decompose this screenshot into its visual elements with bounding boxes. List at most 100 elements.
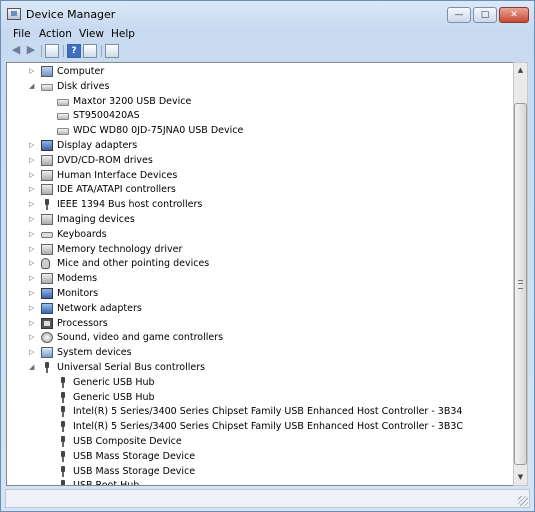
memory-icon: [41, 243, 53, 255]
menu-file[interactable]: File: [13, 28, 31, 40]
properties-icon[interactable]: [83, 44, 97, 58]
usb-icon: [57, 450, 69, 462]
show-hide-console-tree-icon[interactable]: [45, 44, 59, 58]
expand-arrow-icon[interactable]: ▷: [29, 245, 34, 253]
title-bar[interactable]: Device Manager — □ ✕: [1, 1, 534, 27]
expand-arrow-icon[interactable]: ▷: [29, 319, 34, 327]
usb-icon: [57, 465, 69, 477]
expand-arrow-icon[interactable]: ▷: [29, 156, 34, 164]
collapse-arrow-icon[interactable]: ◢: [29, 363, 34, 371]
usb-icon: [57, 436, 69, 447]
keyboard-icon: [41, 231, 53, 238]
hid-icon: [41, 169, 53, 181]
close-button[interactable]: ✕: [499, 7, 529, 23]
forward-arrow-icon[interactable]: ▶: [24, 44, 38, 58]
ide-icon: [41, 184, 53, 196]
cdrom-icon: [41, 154, 53, 166]
expand-arrow-icon[interactable]: ▷: [29, 274, 34, 282]
tree-item-label: Computer: [57, 66, 105, 77]
tree-item-label: Display adapters: [57, 140, 138, 151]
tree-item-label: Maxtor 3200 USB Device: [73, 95, 192, 107]
tree-item-label: Network adapters: [57, 302, 142, 314]
tree-item-label: Generic USB Hub: [73, 391, 155, 403]
toolbar-separator: [41, 45, 42, 57]
tree-item-label: Intel(R) 5 Series/3400 Series Chipset Fa…: [73, 406, 463, 418]
tree-item-label: Keyboards: [57, 228, 107, 240]
tree-item-label: Mice and other pointing devices: [57, 258, 210, 270]
usb-icon: [57, 391, 69, 403]
collapse-arrow-icon[interactable]: ◢: [29, 82, 34, 90]
expand-arrow-icon[interactable]: ▷: [29, 185, 34, 193]
vertical-scrollbar[interactable]: ▲ ▼: [513, 62, 528, 486]
scroll-down-icon[interactable]: ▼: [515, 472, 526, 483]
device-tree[interactable]: ▷ Computer ◢ Disk drives Maxtor 3200 USB Dev…: [6, 62, 514, 486]
tree-item-label: IDE ATA/ATAPI controllers: [57, 184, 176, 196]
tree-item-label: USB Composite Device: [73, 436, 182, 447]
usb-icon: [57, 376, 69, 388]
disk-icon: [41, 83, 53, 91]
mouse-icon: [41, 258, 50, 270]
menu-bar: File Action View Help: [5, 27, 530, 43]
minimize-button[interactable]: —: [447, 7, 471, 23]
menu-action[interactable]: Action: [39, 28, 72, 40]
window-title: Device Manager: [26, 8, 116, 21]
expand-arrow-icon[interactable]: ▷: [29, 200, 34, 208]
tree-item-label: Monitors: [57, 288, 99, 299]
device-manager-window: Device Manager — □ ✕ File Action View He…: [0, 0, 535, 512]
tree-item-label: DVD/CD-ROM drives: [57, 154, 153, 166]
tree-item-label: ST9500420AS: [73, 110, 140, 122]
tree-item-label: USB Root Hub: [73, 480, 140, 486]
processor-icon: [41, 317, 53, 329]
tree-item-label: Memory technology driver: [57, 243, 183, 255]
expand-arrow-icon[interactable]: ▷: [29, 230, 34, 238]
menu-help[interactable]: Help: [111, 28, 135, 40]
camera-icon: [41, 214, 53, 225]
scroll-up-icon[interactable]: ▲: [515, 65, 526, 76]
plug-icon: [41, 199, 53, 211]
grip-icon: [518, 280, 523, 289]
expand-arrow-icon[interactable]: ▷: [29, 67, 34, 75]
tree-item-label: Sound, video and game controllers: [57, 332, 224, 344]
tree-item-label: Imaging devices: [57, 214, 135, 225]
tree-item-label: WDC WD80 0JD-75JNA0 USB Device: [73, 125, 244, 137]
expand-arrow-icon[interactable]: ▷: [29, 304, 34, 312]
disk-icon: [57, 113, 69, 121]
tree-item-label: Modems: [57, 273, 98, 285]
expand-arrow-icon[interactable]: ▷: [29, 141, 34, 149]
usb-icon: [57, 406, 69, 418]
usb-icon: [57, 421, 69, 433]
system-icon: [41, 347, 53, 359]
tree-item-label: System devices: [57, 347, 132, 359]
sound-icon: [41, 332, 53, 344]
tree-item-label: Intel(R) 5 Series/3400 Series Chipset Fa…: [73, 421, 464, 433]
scan-hardware-icon[interactable]: [105, 44, 119, 58]
maximize-button[interactable]: □: [473, 7, 497, 23]
tree-item-label: USB Mass Storage Device: [73, 465, 196, 477]
expand-arrow-icon[interactable]: ▷: [29, 348, 34, 356]
tree-item-label: Universal Serial Bus controllers: [57, 362, 206, 373]
tree-item-label: USB Mass Storage Device: [73, 450, 196, 462]
expand-arrow-icon[interactable]: ▷: [29, 289, 34, 297]
display-icon: [41, 140, 53, 151]
toolbar-separator: [101, 45, 102, 57]
disk-icon: [57, 128, 69, 136]
back-arrow-icon[interactable]: ◀: [9, 44, 23, 58]
tree-item-label: Generic USB Hub: [73, 376, 155, 388]
tree-item-label: Disk drives: [57, 80, 110, 92]
scrollbar-thumb[interactable]: [514, 103, 527, 465]
expand-arrow-icon[interactable]: ▷: [29, 259, 34, 267]
computer-icon: [41, 66, 53, 77]
tree-item-label: Processors: [57, 317, 108, 329]
expand-arrow-icon[interactable]: ▷: [29, 333, 34, 341]
tree-item-label: Human Interface Devices: [57, 169, 178, 181]
help-icon[interactable]: ?: [67, 44, 81, 58]
menu-view[interactable]: View: [79, 28, 104, 40]
monitor-icon: [41, 288, 53, 299]
expand-arrow-icon[interactable]: ▷: [29, 215, 34, 223]
modem-icon: [41, 273, 53, 285]
resize-grip-icon[interactable]: [518, 496, 528, 506]
expand-arrow-icon[interactable]: ▷: [29, 171, 34, 179]
status-bar: [5, 489, 530, 508]
disk-icon: [57, 98, 69, 106]
usb-icon: [57, 480, 69, 485]
